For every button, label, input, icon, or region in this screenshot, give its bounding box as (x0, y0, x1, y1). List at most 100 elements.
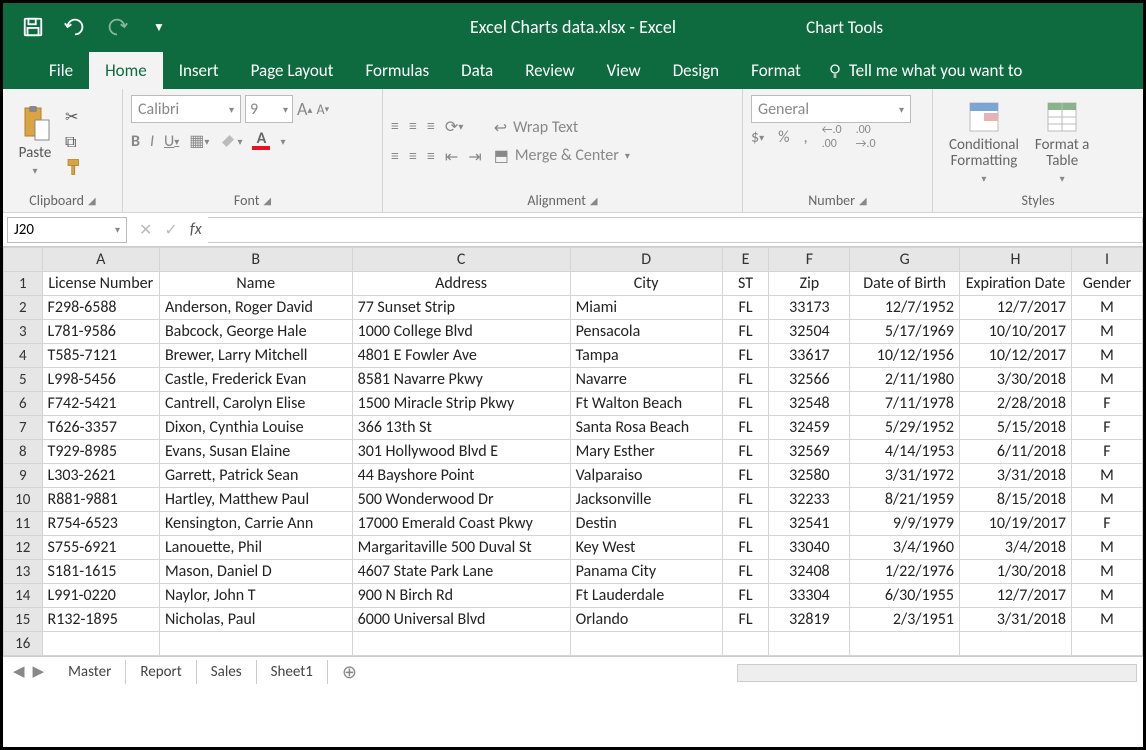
cell[interactable]: M (1071, 608, 1142, 632)
cell[interactable]: 12/7/1952 (850, 296, 960, 320)
tab-formulas[interactable]: Formulas (349, 52, 445, 89)
cell[interactable]: T626-3357 (42, 416, 159, 440)
cell[interactable]: Tampa (570, 344, 722, 368)
cell[interactable]: L998-5456 (42, 368, 159, 392)
bold-button[interactable]: B (131, 132, 140, 151)
cell[interactable]: 3/4/1960 (850, 536, 960, 560)
cell[interactable]: 4801 E Fowler Ave (352, 344, 570, 368)
cell[interactable]: 1500 Miracle Strip Pkwy (352, 392, 570, 416)
sheet-tab-master[interactable]: Master (54, 660, 126, 684)
row-header[interactable]: 8 (4, 440, 43, 464)
cell[interactable]: Destin (570, 512, 722, 536)
wrap-text-button[interactable]: ↩ Wrap Text (494, 118, 630, 138)
cell[interactable]: 366 13th St (352, 416, 570, 440)
row-header[interactable]: 4 (4, 344, 43, 368)
cell[interactable]: Hartley, Matthew Paul (159, 488, 352, 512)
cell[interactable]: Jacksonville (570, 488, 722, 512)
cell[interactable] (570, 632, 722, 656)
cell[interactable]: Orlando (570, 608, 722, 632)
column-header[interactable]: D (570, 248, 722, 272)
cell[interactable]: M (1071, 584, 1142, 608)
header-cell[interactable]: Name (159, 272, 352, 296)
cell[interactable]: L781-9586 (42, 320, 159, 344)
cell[interactable]: F (1071, 512, 1142, 536)
cell[interactable]: M (1071, 344, 1142, 368)
cell[interactable]: 1000 College Blvd (352, 320, 570, 344)
row-header[interactable]: 5 (4, 368, 43, 392)
tab-format[interactable]: Format (735, 52, 817, 89)
cell[interactable]: FL (722, 320, 769, 344)
header-cell[interactable]: ST (722, 272, 769, 296)
cell[interactable]: 3/30/2018 (959, 368, 1071, 392)
paste-label[interactable]: Paste (19, 144, 52, 162)
cell[interactable]: 301 Hollywood Blvd E (352, 440, 570, 464)
decrease-indent-icon[interactable]: ⇤ (445, 147, 458, 167)
cell[interactable]: FL (722, 440, 769, 464)
cell[interactable]: 17000 Emerald Coast Pkwy (352, 512, 570, 536)
cell[interactable]: FL (722, 512, 769, 536)
row-header[interactable]: 2 (4, 296, 43, 320)
underline-button[interactable]: U ▾ (164, 132, 179, 151)
cell[interactable]: F (1071, 392, 1142, 416)
cell[interactable]: M (1071, 488, 1142, 512)
alignment-dialog-launcher-icon[interactable]: ◢ (590, 194, 598, 207)
borders-icon[interactable]: ▦▾ (189, 131, 209, 151)
cell[interactable]: 32504 (769, 320, 850, 344)
cell[interactable]: M (1071, 464, 1142, 488)
cell[interactable]: 3/4/2018 (959, 536, 1071, 560)
cell[interactable]: 6/11/2018 (959, 440, 1071, 464)
cell[interactable]: M (1071, 320, 1142, 344)
column-header[interactable]: A (42, 248, 159, 272)
number-format-combo[interactable]: General▾ (751, 95, 911, 123)
header-cell[interactable]: City (570, 272, 722, 296)
cell[interactable]: 12/7/2017 (959, 296, 1071, 320)
cell[interactable] (850, 632, 960, 656)
cell[interactable] (42, 632, 159, 656)
tell-me[interactable]: Tell me what you want to (817, 52, 1033, 89)
column-header[interactable]: C (352, 248, 570, 272)
cell[interactable]: 10/12/2017 (959, 344, 1071, 368)
align-center-icon[interactable]: ≡ (409, 147, 417, 167)
cell[interactable]: Navarre (570, 368, 722, 392)
cell[interactable]: Key West (570, 536, 722, 560)
row-header[interactable]: 10 (4, 488, 43, 512)
cell[interactable]: F (1071, 440, 1142, 464)
cell[interactable]: 10/19/2017 (959, 512, 1071, 536)
cell[interactable]: 5/17/1969 (850, 320, 960, 344)
select-all-corner[interactable] (4, 248, 43, 272)
cell[interactable]: 32566 (769, 368, 850, 392)
increase-indent-icon[interactable]: ⇥ (468, 147, 481, 167)
formula-input[interactable] (208, 217, 1143, 243)
cell[interactable]: S755-6921 (42, 536, 159, 560)
column-header[interactable]: I (1071, 248, 1142, 272)
column-header[interactable]: H (959, 248, 1071, 272)
cell[interactable]: FL (722, 368, 769, 392)
align-top-icon[interactable]: ≡ (391, 117, 399, 137)
cell[interactable]: 9/9/1979 (850, 512, 960, 536)
cell[interactable]: Garrett, Patrick Sean (159, 464, 352, 488)
cell[interactable]: 5/29/1952 (850, 416, 960, 440)
name-box[interactable]: J20▾ (7, 217, 127, 243)
increase-font-icon[interactable]: A▴ (297, 98, 312, 120)
spreadsheet-grid[interactable]: ABCDEFGHI 1License NumberNameAddressCity… (3, 247, 1143, 656)
cell[interactable]: 33173 (769, 296, 850, 320)
cell[interactable]: Nicholas, Paul (159, 608, 352, 632)
cell[interactable]: 2/28/2018 (959, 392, 1071, 416)
font-dialog-launcher-icon[interactable]: ◢ (263, 194, 271, 207)
align-bottom-icon[interactable]: ≡ (427, 117, 435, 137)
cell[interactable]: Castle, Frederick Evan (159, 368, 352, 392)
horizontal-scrollbar[interactable] (737, 664, 1137, 682)
fill-color-icon[interactable]: ▾ (219, 132, 242, 150)
clipboard-dialog-launcher-icon[interactable]: ◢ (88, 194, 96, 207)
prev-sheet-icon[interactable]: ◀ (13, 662, 25, 681)
cell[interactable]: FL (722, 608, 769, 632)
cell[interactable]: FL (722, 416, 769, 440)
tab-home[interactable]: Home (89, 52, 163, 89)
header-cell[interactable]: Gender (1071, 272, 1142, 296)
cell[interactable]: F742-5421 (42, 392, 159, 416)
cell[interactable]: L303-2621 (42, 464, 159, 488)
cell[interactable]: 32459 (769, 416, 850, 440)
row-header[interactable]: 12 (4, 536, 43, 560)
merge-center-button[interactable]: ⬒ Merge & Center ▾ (494, 146, 630, 166)
row-header[interactable]: 1 (4, 272, 43, 296)
